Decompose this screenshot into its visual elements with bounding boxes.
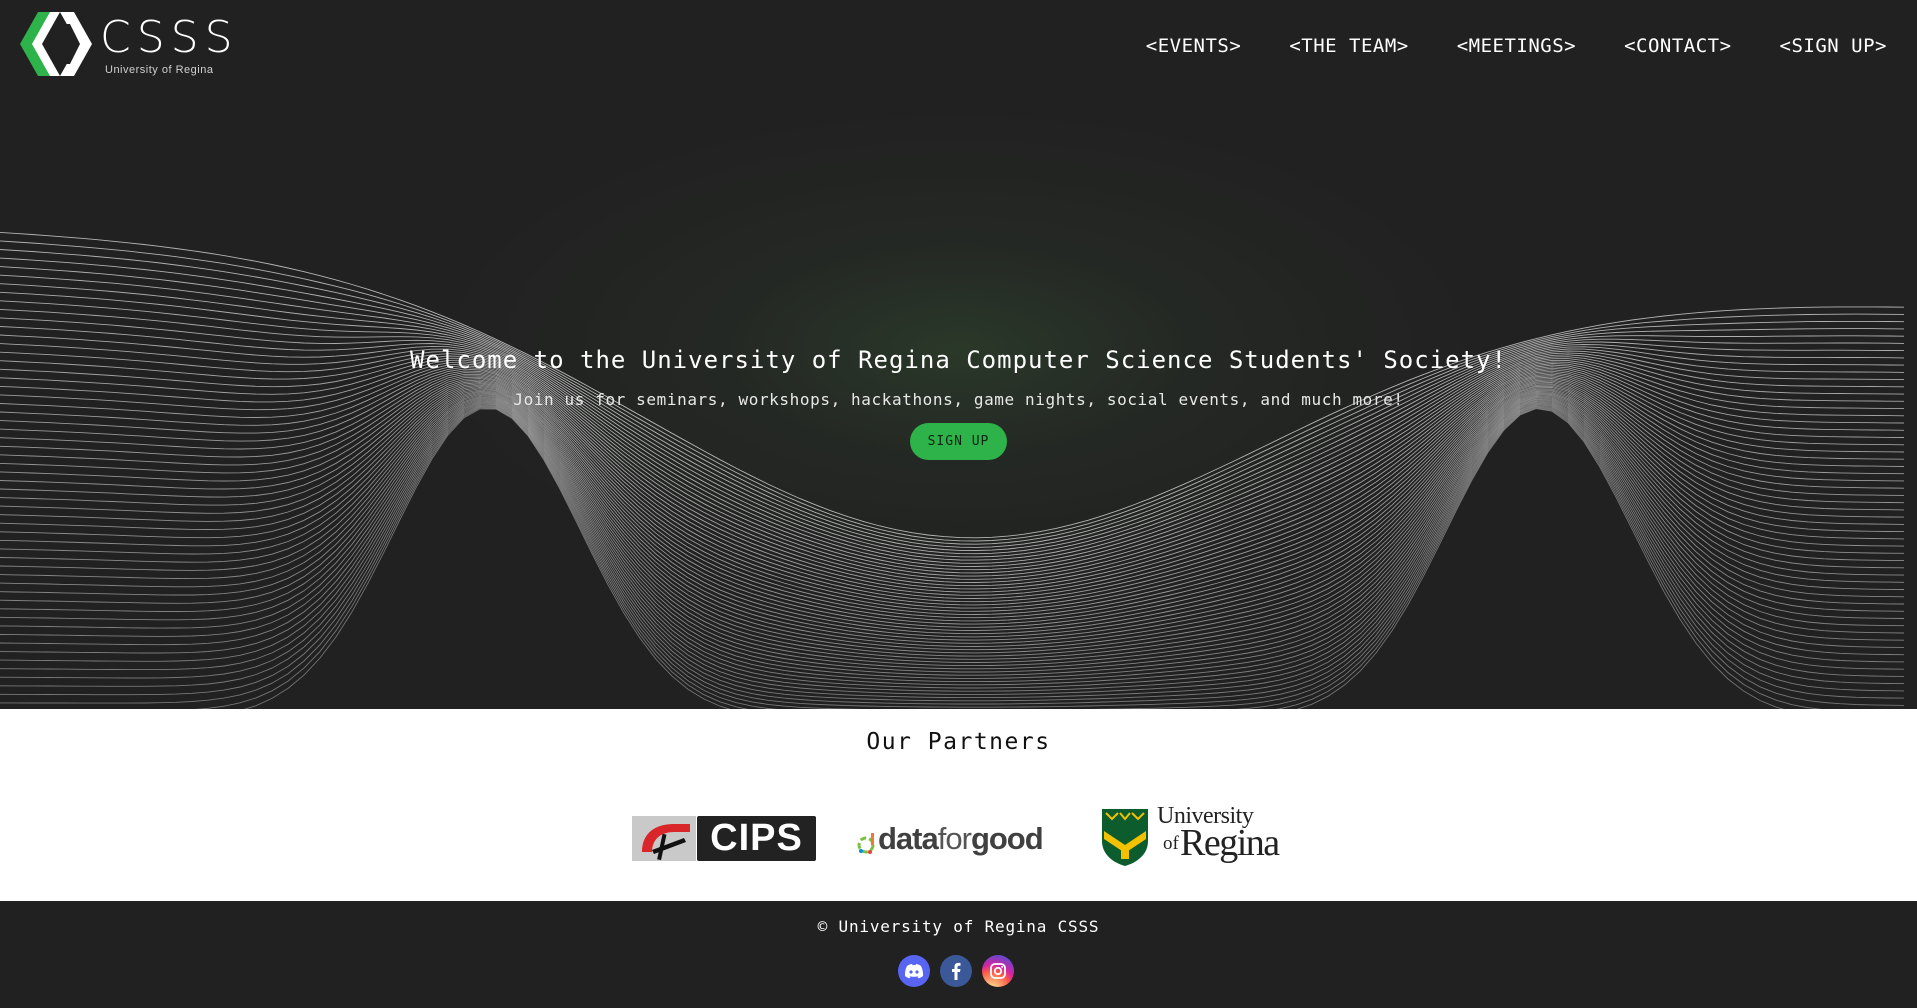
nav-contact[interactable]: <CONTACT>: [1624, 35, 1731, 57]
site-footer: © University of Regina CSSS: [0, 901, 1917, 1008]
logo-wordmark: CSSS: [100, 12, 239, 63]
partner-uregina-logo[interactable]: University of Regina: [1102, 801, 1282, 871]
hero-section: Welcome to the University of Regina Comp…: [0, 0, 1917, 709]
main-nav: <EVENTS> <THE TEAM> <MEETINGS> <CONTACT>…: [1146, 35, 1887, 57]
discord-icon: [904, 964, 924, 979]
dataforgood-mark-icon: [857, 833, 875, 854]
dataforgood-word-good: good: [970, 821, 1044, 856]
nav-the-team[interactable]: <THE TEAM>: [1289, 35, 1408, 57]
discord-link[interactable]: [898, 955, 930, 987]
uregina-word-of: of: [1163, 833, 1179, 854]
cips-wordmark: CIPS: [710, 817, 803, 859]
social-links: [898, 955, 1014, 987]
copyright-text: © University of Regina CSSS: [817, 917, 1100, 936]
cips-wordmark-box: CIPS: [697, 816, 816, 861]
dataforgood-word-data: data: [878, 821, 939, 856]
nav-sign-up[interactable]: <SIGN UP>: [1780, 35, 1887, 57]
logo-subtitle: University of Regina: [105, 64, 214, 76]
hero-sign-up-button[interactable]: SIGN UP: [910, 423, 1007, 460]
dataforgood-wordmark: dataforgood: [878, 821, 1044, 857]
partner-logos: CIPS dataforgood University of Regina: [632, 801, 1282, 871]
nav-events[interactable]: <EVENTS>: [1146, 35, 1242, 57]
partner-cips-logo[interactable]: CIPS: [632, 816, 816, 861]
csss-logo[interactable]: CSSS University of Regina: [20, 12, 233, 76]
facebook-link[interactable]: [940, 955, 972, 987]
partners-heading: Our Partners: [866, 729, 1051, 755]
partner-dataforgood-logo[interactable]: dataforgood: [856, 821, 1056, 861]
csss-chevron-logo-icon: [20, 12, 92, 76]
facebook-icon: [952, 962, 961, 980]
dataforgood-word-for: for: [937, 821, 972, 856]
instagram-link[interactable]: [982, 955, 1014, 987]
instagram-icon: [990, 963, 1006, 979]
site-header: CSSS University of Regina <EVENTS> <THE …: [0, 0, 1917, 92]
page: Welcome to the University of Regina Comp…: [0, 0, 1917, 1008]
hero-title: Welcome to the University of Regina Comp…: [410, 346, 1507, 374]
partners-section: Our Partners CIPS dataforgood University…: [0, 709, 1917, 901]
uregina-word-regina: Regina: [1180, 822, 1280, 864]
hero-subtitle: Join us for seminars, workshops, hackath…: [513, 390, 1404, 409]
nav-meetings[interactable]: <MEETINGS>: [1457, 35, 1576, 57]
cips-mark-icon: [632, 816, 696, 861]
hero-content: Welcome to the University of Regina Comp…: [0, 346, 1917, 460]
uregina-crest-icon: [1102, 809, 1148, 866]
